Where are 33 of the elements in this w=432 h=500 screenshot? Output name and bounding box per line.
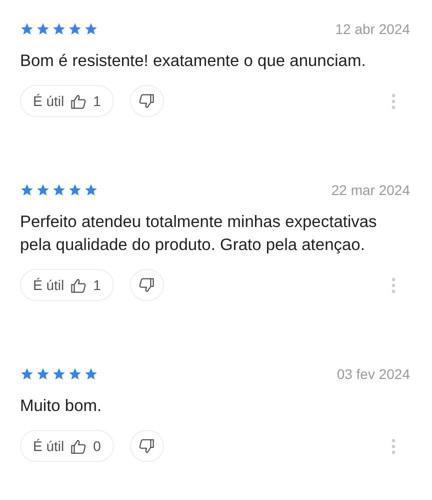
star-icon <box>52 183 66 197</box>
thumbs-down-icon <box>138 276 156 294</box>
review-date: 03 fev 2024 <box>336 366 410 382</box>
review-text: Bom é resistente! exatamente o que anunciam. <box>20 51 367 72</box>
star-icon <box>68 22 82 36</box>
helpful-button[interactable]: É útil 1 <box>20 269 114 301</box>
star-icon <box>20 367 34 381</box>
dislike-button[interactable] <box>130 269 164 301</box>
star-icon <box>68 183 82 197</box>
star-icon <box>52 367 66 381</box>
dislike-button[interactable] <box>130 430 164 462</box>
thumbs-down-icon <box>138 92 156 110</box>
thumbs-down-icon <box>138 438 156 454</box>
star-icon <box>20 183 34 197</box>
review-date: 12 abr 2024 <box>335 21 410 37</box>
dislike-button[interactable] <box>130 85 164 117</box>
star-icon <box>84 367 98 381</box>
thumbs-up-icon <box>70 438 88 454</box>
review-date: 22 mar 2024 <box>331 182 410 198</box>
star-icon <box>84 183 98 197</box>
star-icon <box>36 22 50 36</box>
star-icon <box>52 22 66 36</box>
helpful-button[interactable]: É útil 1 <box>20 85 114 117</box>
review-text: Muito bom. <box>20 396 103 417</box>
review-text: Perfeito atendeu totalmente minhas expectativas pela qualidade do produto. Grato pela atençao. <box>20 212 378 256</box>
thumbs-up-icon <box>70 92 88 110</box>
star-icon <box>84 22 98 36</box>
helpful-button[interactable]: É útil 0 <box>20 430 114 462</box>
star-icon <box>20 22 34 36</box>
star-icon <box>68 367 82 381</box>
star-icon <box>36 183 50 197</box>
star-icon <box>36 367 50 381</box>
thumbs-up-icon <box>70 276 88 294</box>
